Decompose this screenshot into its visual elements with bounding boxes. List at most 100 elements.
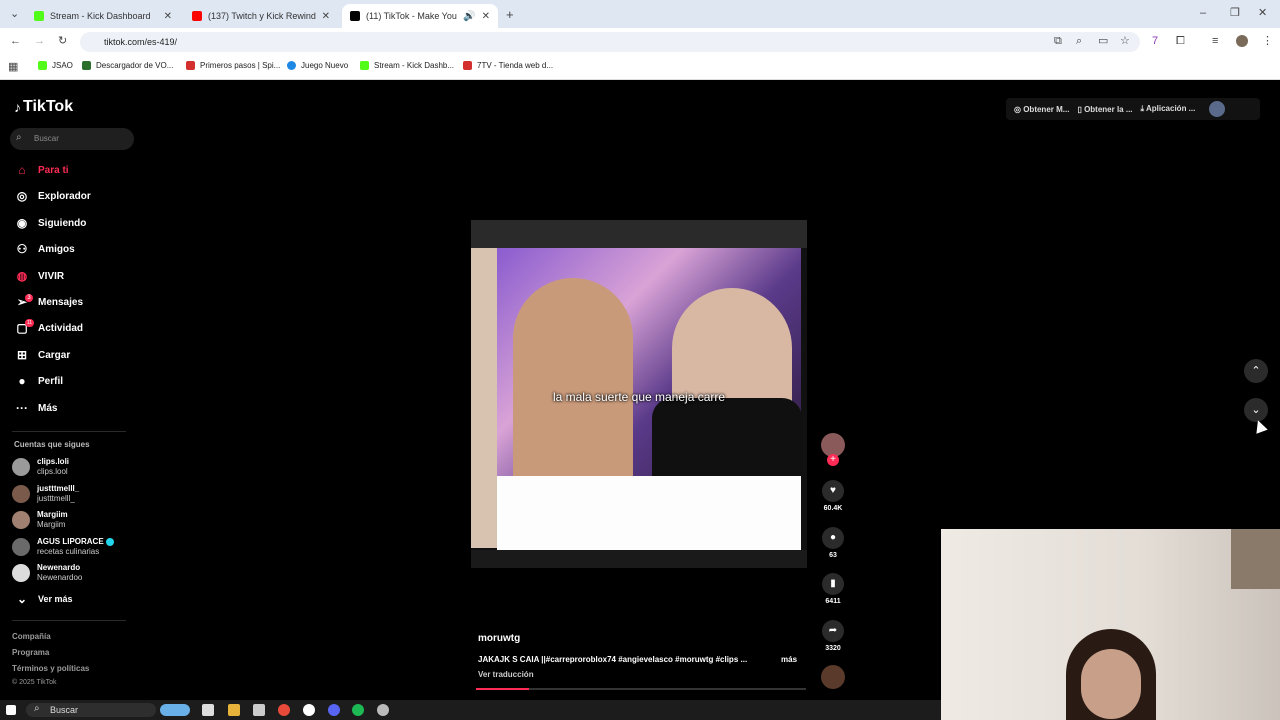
tab-label: Stream - Kick Dashboard — [50, 11, 151, 21]
bookmark-star-icon[interactable]: ☆ — [1120, 36, 1130, 47]
live-icon: ◍ — [16, 269, 28, 283]
tab-tiktok[interactable]: (11) TikTok - Make Your Day 🔊 ✕ — [342, 4, 498, 28]
nav-explorador[interactable]: ◎ Explorador — [14, 187, 91, 205]
discord-icon[interactable] — [328, 704, 340, 716]
file-explorer-icon[interactable] — [228, 704, 240, 716]
share-count: 3320 — [825, 645, 841, 652]
bookmark-primeros-pasos[interactable]: Primeros pasos | Spi... — [186, 61, 280, 70]
nav-amigos[interactable]: ⚇ Amigos — [14, 240, 75, 258]
footer-link-compania[interactable]: Compañía — [12, 632, 51, 641]
task-view-icon[interactable] — [202, 704, 214, 716]
search-input[interactable]: Buscar — [10, 128, 134, 150]
spotify-icon[interactable] — [352, 704, 364, 716]
browser-tab-bar: ⌄ Stream - Kick Dashboard ✕ (137) Twitch… — [0, 0, 1280, 28]
reload-icon[interactable]: ↻ — [58, 36, 67, 47]
zoom-icon[interactable]: ⌕ — [1076, 36, 1082, 47]
media-icon[interactable]: ≡ — [1212, 36, 1218, 47]
extensions-icon[interactable]: ⧠ — [1176, 36, 1185, 47]
minimize-icon[interactable]: – — [1200, 8, 1206, 19]
get-app-button[interactable]: ▯ Obtener la ... — [1077, 105, 1132, 114]
bookmark-juego-nuevo[interactable]: Juego Nuevo — [287, 61, 348, 70]
footer-link-programa[interactable]: Programa — [12, 648, 49, 657]
new-tab-icon[interactable]: + — [506, 8, 514, 21]
kick-icon — [38, 61, 47, 70]
windows-start-icon[interactable] — [6, 705, 16, 715]
menu-icon[interactable]: ⋮ — [1262, 36, 1273, 47]
chrome-icon[interactable] — [278, 704, 290, 716]
share-button[interactable]: ➦ 3320 — [820, 620, 846, 652]
weather-icon[interactable] — [160, 704, 190, 716]
taskbar-search[interactable]: Buscar — [26, 703, 156, 717]
close-icon[interactable]: ✕ — [482, 11, 490, 22]
divider — [12, 431, 126, 432]
coin-icon: ◎ — [1014, 104, 1024, 114]
see-more-button[interactable]: ⌄ Ver más — [14, 590, 73, 608]
bookmark-label: Stream - Kick Dashb... — [374, 61, 455, 70]
tiktok-logo[interactable]: ♪ TikTok — [14, 98, 73, 116]
upload-icon: ⊞ — [16, 348, 28, 362]
desktop-app-button[interactable]: ⤓ Aplicación ... — [1141, 104, 1196, 114]
tab-kick-dashboard[interactable]: Stream - Kick Dashboard ✕ — [26, 4, 180, 28]
nav-vivir[interactable]: ◍ VIVIR — [14, 267, 64, 285]
extension-7tv-icon[interactable]: 7 — [1152, 36, 1158, 47]
account-item[interactable]: clips.loli clips.lool — [12, 457, 69, 477]
like-button[interactable]: ♥ 60.4K — [820, 480, 846, 512]
account-item[interactable]: Newenardo Newenardoo — [12, 563, 82, 583]
profile-avatar-icon[interactable] — [1236, 35, 1248, 47]
nav-label: Mensajes — [38, 296, 84, 308]
bookmark-7tv[interactable]: 7TV - Tienda web d... — [463, 61, 553, 70]
video-lower-panel — [497, 476, 801, 556]
close-icon[interactable]: ✕ — [322, 11, 330, 22]
video-progress-bar[interactable] — [476, 688, 806, 690]
install-icon[interactable]: ▭ — [1098, 36, 1108, 47]
maximize-icon[interactable]: ❐ — [1230, 8, 1240, 19]
tab-twitch-kick-rewind[interactable]: (137) Twitch y Kick Rewind Arge ✕ — [184, 4, 338, 28]
nav-cargar[interactable]: ⊞ Cargar — [14, 346, 70, 364]
author-name[interactable]: moruwtg — [478, 633, 520, 644]
comment-button[interactable]: ● 63 — [820, 527, 846, 559]
account-item[interactable]: justttmelll_ justttmelll_ — [12, 484, 79, 504]
user-avatar[interactable] — [1209, 101, 1226, 117]
window-close-icon[interactable]: ✕ — [1258, 8, 1267, 19]
obs-icon[interactable] — [303, 704, 315, 716]
close-icon[interactable]: ✕ — [164, 11, 172, 22]
friends-icon: ⚇ — [16, 242, 28, 256]
bookmark-descargador[interactable]: Descargador de VO... — [82, 61, 173, 70]
translate-link[interactable]: Ver traducción — [478, 670, 534, 679]
get-coins-button[interactable]: ◎ Obtener M... — [1014, 105, 1069, 114]
account-item[interactable]: AGUS LIPORACE recetas culinarias — [12, 537, 114, 557]
tab-list-icon[interactable]: ⌄ — [10, 9, 19, 20]
button-label: Obtener M... — [1023, 104, 1070, 114]
url-field[interactable]: tiktok.com/es-419/ — [80, 32, 1140, 52]
nav-label: VIVIR — [38, 270, 65, 282]
account-name: AGUS LIPORACE — [37, 537, 104, 546]
next-video-button[interactable]: ⌄ — [1244, 398, 1268, 422]
forward-icon[interactable]: → — [34, 36, 45, 47]
comment-icon: ● — [822, 527, 844, 549]
bookmark-label: 7TV - Tienda web d... — [477, 61, 554, 70]
bookmark-icon: ▮ — [822, 573, 844, 595]
footer-link-terminos[interactable]: Términos y políticas — [12, 664, 89, 673]
account-item[interactable]: Margiim Margiim — [12, 510, 68, 530]
nav-perfil[interactable]: ● Perfil — [14, 372, 63, 390]
nav-para-ti[interactable]: ⌂ Para ti — [14, 161, 68, 179]
video-frame — [497, 248, 802, 478]
back-icon[interactable]: ← — [10, 36, 21, 47]
translate-icon[interactable]: ⧉ — [1054, 36, 1062, 47]
bookmark-jsao[interactable]: JSAO — [38, 61, 73, 70]
bookmark-kick-dashboard[interactable]: Stream - Kick Dashb... — [360, 61, 454, 70]
app-icon[interactable] — [377, 704, 389, 716]
follow-plus-icon[interactable]: + — [827, 454, 839, 466]
save-button[interactable]: ▮ 6411 — [820, 573, 846, 605]
save-count: 6411 — [825, 598, 841, 605]
nav-mas[interactable]: ··· Más — [14, 399, 57, 417]
store-icon[interactable] — [253, 704, 265, 716]
previous-video-button[interactable]: ⌃ — [1244, 359, 1268, 383]
apps-icon[interactable]: ▦ — [8, 62, 18, 73]
os-taskbar: Buscar ⌕ — [0, 700, 941, 720]
music-disc-icon[interactable] — [821, 665, 845, 689]
chevron-up-icon: ⌃ — [1251, 365, 1261, 377]
audio-icon[interactable]: 🔊 — [463, 11, 475, 22]
nav-siguiendo[interactable]: ◉ Siguiendo — [14, 214, 87, 232]
more-link[interactable]: más — [781, 655, 797, 664]
